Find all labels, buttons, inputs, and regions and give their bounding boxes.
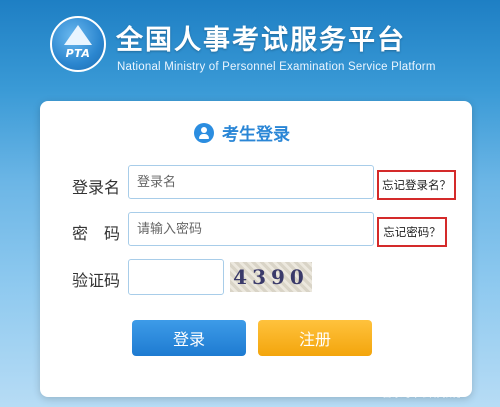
login-title-text: 考生登录	[222, 125, 290, 145]
register-button[interactable]: 注册	[258, 320, 372, 356]
username-label: 登录名	[72, 178, 121, 197]
site-title: 全国人事考试服务平台	[116, 25, 406, 56]
pta-logo-icon: PTA	[50, 16, 106, 72]
captcha-input[interactable]	[128, 259, 224, 295]
password-input[interactable]	[128, 212, 374, 246]
page-header: PTA 全国人事考试服务平台 National Ministry of Pers…	[0, 0, 500, 92]
logo-text: PTA	[65, 46, 91, 60]
user-icon	[194, 122, 214, 143]
captcha-label: 验证码	[72, 271, 121, 290]
watermark: 百家号 / 云彩教育	[382, 389, 462, 400]
captcha-image[interactable]: 4390	[230, 262, 312, 292]
username-input[interactable]	[128, 165, 374, 199]
logo-mark	[64, 24, 92, 45]
login-button[interactable]: 登录	[132, 320, 246, 356]
forgot-password-link[interactable]: 忘记密码？	[377, 217, 447, 247]
password-label: 密 码	[72, 224, 121, 243]
login-title: 考生登录	[194, 120, 290, 145]
login-card	[40, 101, 472, 397]
site-subtitle: National Ministry of Personnel Examinati…	[117, 61, 436, 73]
forgot-username-link[interactable]: 忘记登录名？	[377, 170, 456, 200]
